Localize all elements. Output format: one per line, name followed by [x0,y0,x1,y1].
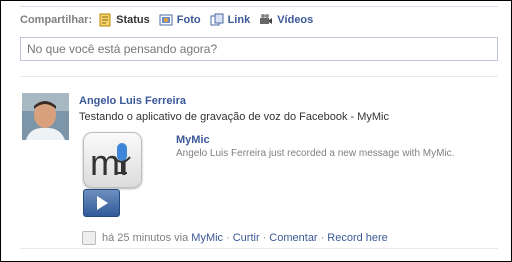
play-icon [97,196,108,210]
status-input[interactable] [20,37,498,61]
share-bar: Compartilhar: Status Foto Link Vídeos [20,12,322,28]
feed-panel: Compartilhar: Status Foto Link Vídeos No… [0,0,512,262]
share-photo-label: Foto [176,14,201,26]
video-icon [259,13,273,27]
divider [20,76,498,77]
link-icon [210,13,224,27]
microphone-icon [117,143,127,161]
like-link[interactable]: Curtir [233,232,260,244]
top-divider [20,6,498,7]
photo-icon [159,13,173,27]
share-video-button[interactable]: Vídeos [259,13,313,27]
app-name-link[interactable]: MyMic [176,134,210,146]
meta-separator: · [226,232,230,244]
post-message: Testando o aplicativo de gravação de voz… [79,111,389,123]
record-here-link[interactable]: Record here [327,232,388,244]
share-link-button[interactable]: Link [210,13,251,27]
share-photo-button[interactable]: Foto [159,13,201,27]
post-author-link[interactable]: Angelo Luis Ferreira [79,95,186,107]
status-icon [98,13,112,27]
meta-separator: · [262,232,267,244]
share-link-label: Link [227,14,251,26]
play-button[interactable] [83,189,120,217]
share-video-label: Vídeos [277,14,314,26]
app-mini-icon [82,231,96,245]
avatar[interactable] [22,93,69,140]
share-status-label: Status [116,14,150,26]
bottom-divider [20,248,498,249]
via-app-link[interactable]: MyMic [191,232,223,244]
mymic-logo[interactable]: mi [83,132,142,188]
comment-link[interactable]: Comentar [269,232,317,244]
share-status-button[interactable]: Status [98,13,150,27]
app-description: Angelo Luis Ferreira just recorded a new… [176,148,455,159]
share-label: Compartilhar: [20,14,93,26]
post-time: há 25 minutos via [102,232,189,244]
post-meta: há 25 minutos via MyMic · Curtir · Comen… [82,231,388,245]
meta-separator: · [320,232,325,244]
